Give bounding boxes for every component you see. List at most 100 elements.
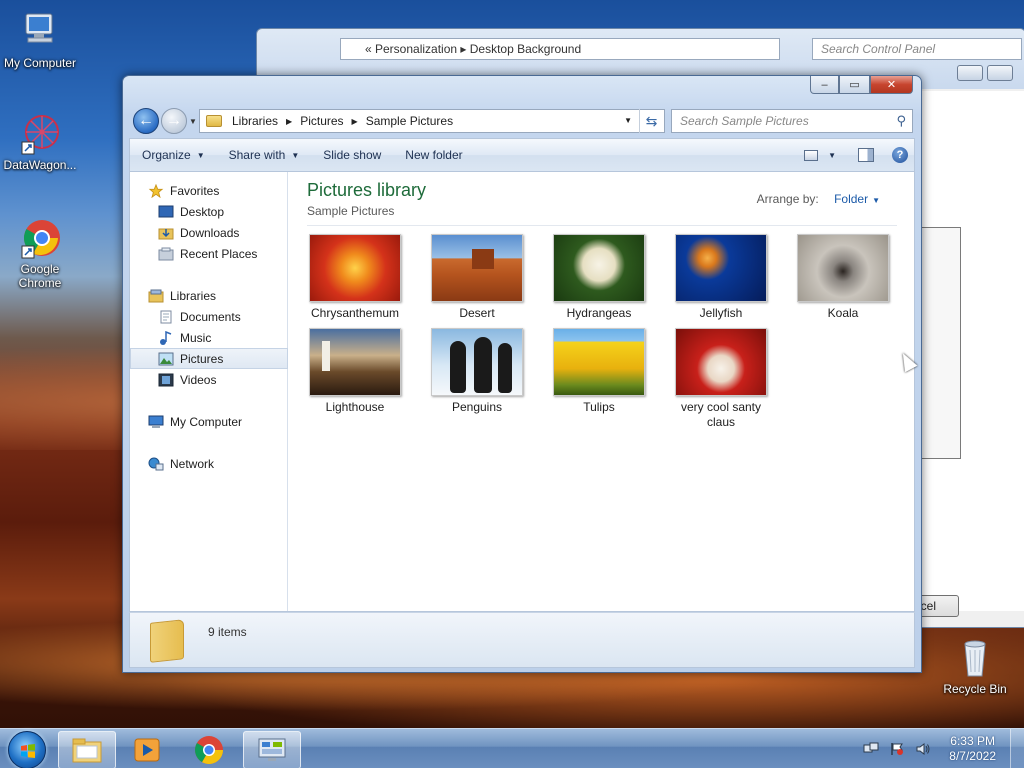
navigation-pane: Favorites Desktop Downloads Recent Place… — [130, 172, 288, 611]
back-window-search-input[interactable]: Search Control Panel — [812, 38, 1022, 60]
file-item-santa[interactable]: very cool santy claus — [666, 328, 776, 430]
breadcrumb-pictures[interactable]: Pictures — [300, 114, 343, 128]
file-item-tulips[interactable]: Tulips — [544, 328, 654, 415]
nav-item-recent-places[interactable]: Recent Places — [130, 243, 288, 264]
pictures-icon — [158, 352, 174, 365]
address-bar[interactable]: Libraries ▶ Pictures ▶ Sample Pictures ▼ — [199, 109, 665, 133]
taskbar-chrome-button[interactable] — [180, 731, 238, 768]
file-item-penguins[interactable]: Penguins — [422, 328, 532, 415]
nav-label: Documents — [180, 309, 241, 324]
back-window-minimize-button[interactable] — [957, 65, 983, 81]
address-dropdown-icon[interactable]: ▼ — [624, 116, 632, 125]
search-icon[interactable]: ⚲ — [896, 113, 906, 129]
share-with-menu[interactable]: Share with ▼ — [217, 139, 312, 171]
desktop-icon-datawagon[interactable]: DataWagon... — [0, 112, 80, 172]
desktop-icon-google-chrome[interactable]: Google Chrome — [0, 216, 80, 290]
back-window-preview-frame — [919, 227, 961, 459]
folder-icon — [72, 738, 102, 763]
computer-icon — [148, 415, 164, 428]
file-name: Lighthouse — [325, 400, 385, 414]
chevron-right-icon[interactable]: ▶ — [286, 117, 292, 126]
file-name: Jellyfish — [699, 306, 743, 320]
desert-thumbnail — [431, 234, 523, 302]
file-item-lighthouse[interactable]: Lighthouse — [300, 328, 410, 415]
show-desktop-button[interactable] — [1010, 729, 1024, 768]
organize-menu[interactable]: Organize ▼ — [130, 139, 217, 171]
explorer-window[interactable]: – ▭ ✕ ← → ▼ Libraries ▶ Pictures ▶ Sampl… — [122, 75, 922, 673]
back-button[interactable]: ← — [133, 108, 159, 134]
forward-button[interactable]: → — [161, 108, 187, 134]
nav-item-favorites[interactable]: Favorites — [130, 180, 288, 201]
file-item-hydrangeas[interactable]: Hydrangeas — [544, 234, 654, 321]
maximize-button[interactable]: ▭ — [839, 76, 870, 94]
chevron-right-icon[interactable]: ▶ — [352, 117, 358, 126]
nav-item-videos[interactable]: Videos — [130, 369, 288, 390]
nav-item-music[interactable]: Music — [130, 327, 288, 348]
library-title: Pictures library — [307, 180, 427, 200]
breadcrumb-sample-pictures[interactable]: Sample Pictures — [366, 114, 453, 128]
file-item-jellyfish[interactable]: Jellyfish — [666, 234, 776, 321]
nav-item-pictures[interactable]: Pictures — [130, 348, 288, 369]
taskbar-media-player-button[interactable] — [118, 731, 176, 768]
recycle-bin-icon — [953, 636, 997, 680]
nav-item-network[interactable]: Network — [130, 453, 288, 474]
search-placeholder: Search Sample Pictures — [680, 114, 809, 128]
chevron-down-icon: ▼ — [872, 196, 880, 205]
new-folder-button[interactable]: New folder — [393, 139, 474, 171]
file-pane: Pictures library Sample Pictures Arrange… — [289, 172, 916, 611]
taskbar-explorer-button[interactable] — [58, 731, 116, 768]
windows-logo-icon — [21, 744, 35, 758]
koala-thumbnail — [797, 234, 889, 302]
share-with-label: Share with — [228, 148, 286, 162]
file-item-desert[interactable]: Desert — [422, 234, 532, 321]
nav-label: Music — [180, 330, 212, 345]
nav-item-libraries[interactable]: Libraries — [130, 285, 288, 306]
file-name: Chrysanthemum — [310, 306, 400, 320]
search-input[interactable]: Search Sample Pictures ⚲ — [671, 109, 913, 133]
nav-item-my-computer[interactable]: My Computer — [130, 411, 288, 432]
file-item-koala[interactable]: Koala — [788, 234, 898, 321]
desktop-icon-label: Google Chrome — [18, 262, 62, 290]
nav-item-documents[interactable]: Documents — [130, 306, 288, 327]
breadcrumb-libraries[interactable]: Libraries — [232, 114, 278, 128]
preview-pane-icon[interactable] — [858, 148, 874, 162]
start-button[interactable] — [8, 731, 46, 768]
view-options-dropdown-icon[interactable]: ▼ — [828, 151, 836, 160]
change-view-icon[interactable] — [804, 149, 819, 161]
slide-show-button[interactable]: Slide show — [311, 139, 393, 171]
clock[interactable]: 6:33 PM 8/7/2022 — [949, 734, 996, 764]
file-item-chrysanthemum[interactable]: Chrysanthemum — [300, 234, 410, 321]
close-button[interactable]: ✕ — [870, 76, 913, 94]
back-window-breadcrumb[interactable]: « Personalization ▸ Desktop Background — [340, 38, 780, 60]
refresh-icon[interactable]: ⇆ — [639, 109, 663, 133]
arrange-by-dropdown[interactable]: Folder ▼ — [834, 192, 880, 206]
control-panel-icon — [258, 738, 286, 761]
nav-label: Desktop — [180, 204, 225, 219]
nav-item-desktop[interactable]: Desktop — [130, 201, 288, 222]
minimize-button[interactable]: – — [810, 76, 839, 94]
computer-icon — [18, 10, 62, 54]
music-icon — [160, 330, 172, 345]
desktop-icon-recycle-bin[interactable]: Recycle Bin — [935, 636, 1015, 696]
media-player-icon — [134, 738, 160, 762]
back-window-maximize-button[interactable] — [987, 65, 1013, 81]
help-icon[interactable]: ? — [892, 147, 908, 163]
action-center-flag-icon[interactable] — [889, 742, 905, 756]
volume-icon[interactable] — [915, 742, 931, 756]
nav-item-downloads[interactable]: Downloads — [130, 222, 288, 243]
clock-date: 8/7/2022 — [949, 749, 996, 763]
jellyfish-thumbnail — [675, 234, 767, 302]
toolbar-right-group: ▼ ? — [804, 139, 908, 171]
clock-time: 6:33 PM — [950, 734, 995, 748]
network-tray-icon[interactable] — [863, 742, 879, 756]
nav-label: Network — [170, 456, 215, 471]
hydrangeas-thumbnail — [553, 234, 645, 302]
file-name: very cool santy claus — [680, 400, 762, 429]
taskbar-control-panel-button[interactable] — [243, 731, 301, 768]
nav-label: Recent Places — [180, 246, 258, 261]
recent-pages-dropdown-icon[interactable]: ▼ — [189, 117, 197, 126]
desktop-icon-my-computer[interactable]: My Computer — [0, 10, 80, 70]
penguins-thumbnail — [431, 328, 523, 396]
nav-label: Pictures — [180, 351, 224, 366]
folder-icon — [206, 115, 222, 127]
